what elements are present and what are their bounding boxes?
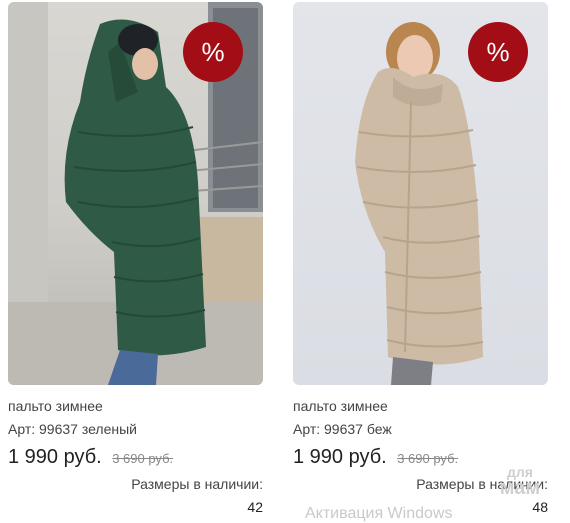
product-card[interactable]: % пальто зимнее Арт: 99637 беж 1 990 руб… bbox=[293, 2, 548, 516]
discount-badge: % bbox=[183, 22, 243, 82]
discount-badge: % bbox=[468, 22, 528, 82]
size-option[interactable]: 42 bbox=[8, 498, 263, 516]
current-price: 1 990 руб. bbox=[293, 446, 387, 468]
old-price: 3 690 руб. bbox=[112, 451, 174, 466]
product-photo[interactable]: % bbox=[8, 2, 263, 385]
watermark-logo: для мам bbox=[485, 464, 555, 499]
product-photo[interactable]: % bbox=[293, 2, 548, 385]
product-card[interactable]: % пальто зимнее Арт: 99637 зеленый 1 990… bbox=[8, 2, 263, 516]
price-row: 1 990 руб. 3 690 руб. bbox=[8, 444, 263, 470]
product-sku: Арт: 99637 зеленый bbox=[8, 421, 137, 437]
product-name[interactable]: пальто зимнее bbox=[293, 397, 548, 415]
old-price: 3 690 руб. bbox=[397, 451, 459, 466]
windows-activation-watermark: Активация Windows bbox=[305, 505, 453, 522]
product-sku: Арт: 99637 беж bbox=[293, 421, 392, 437]
current-price: 1 990 руб. bbox=[8, 446, 102, 468]
watermark-logo-line2: мам bbox=[499, 477, 541, 499]
sizes-label: Размеры в наличии: bbox=[131, 476, 263, 492]
product-name[interactable]: пальто зимнее bbox=[8, 397, 263, 415]
